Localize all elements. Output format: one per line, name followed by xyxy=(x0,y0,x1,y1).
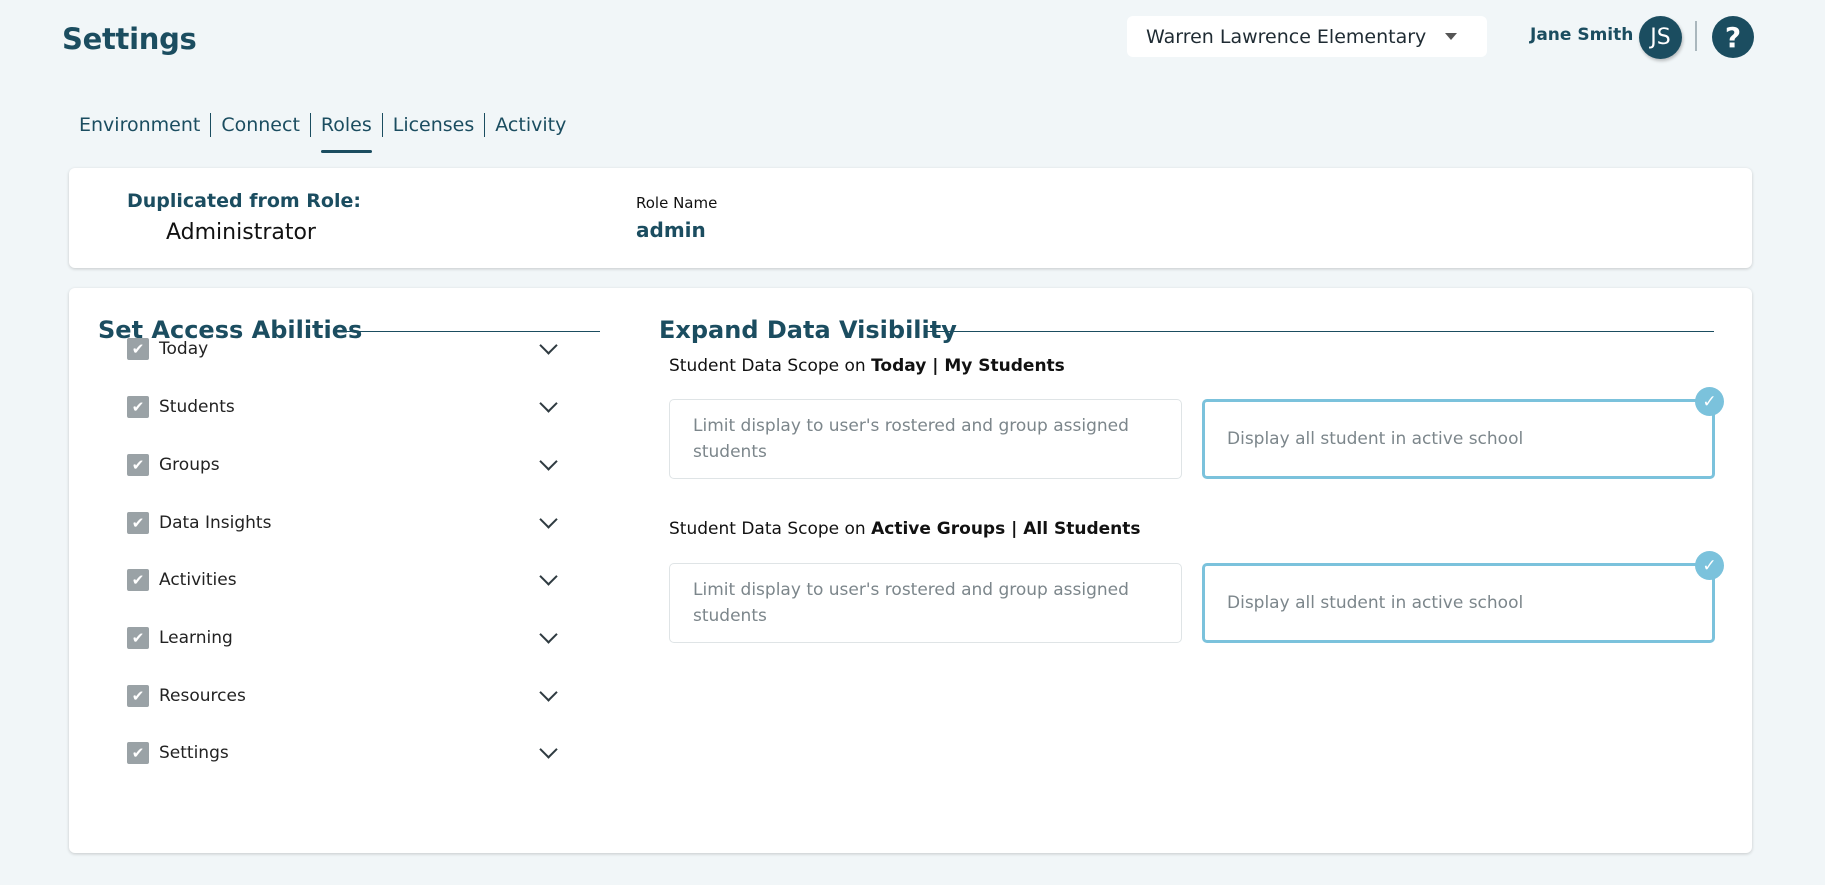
chevron-down-icon[interactable] xyxy=(539,452,558,471)
scope-heading-prefix: Student Data Scope on xyxy=(669,519,872,539)
data-visibility-title: Expand Data Visibility xyxy=(659,316,957,344)
chevron-down-icon[interactable] xyxy=(539,336,558,355)
avatar[interactable]: JS xyxy=(1639,16,1682,59)
help-icon[interactable]: ? xyxy=(1712,16,1754,58)
scope-option-all-active-groups[interactable]: Display all student in active school xyxy=(1202,563,1715,643)
scope-option-limited-active-groups[interactable]: Limit display to user's rostered and gro… xyxy=(669,563,1182,643)
checkbox-checked-icon[interactable]: ✔ xyxy=(127,742,149,764)
access-item-label: Today xyxy=(159,339,209,359)
access-item-learning[interactable]: ✔ Learning xyxy=(127,623,569,653)
checkbox-checked-icon[interactable]: ✔ xyxy=(127,454,149,476)
page-title: Settings xyxy=(62,22,197,56)
checkbox-checked-icon[interactable]: ✔ xyxy=(127,569,149,591)
checkbox-checked-icon[interactable]: ✔ xyxy=(127,338,149,360)
role-name-value[interactable]: admin xyxy=(636,218,706,242)
role-info-card: Duplicated from Role: Administrator Role… xyxy=(69,168,1752,268)
scope-heading-today: Student Data Scope on Today | My Student… xyxy=(669,356,1065,376)
scope-heading-context: Today | My Students xyxy=(871,356,1065,376)
tab-roles[interactable]: Roles xyxy=(311,112,382,153)
access-item-students[interactable]: ✔ Students xyxy=(127,392,569,422)
access-item-label: Resources xyxy=(159,686,246,706)
access-item-label: Groups xyxy=(159,455,220,475)
checkbox-checked-icon[interactable]: ✔ xyxy=(127,396,149,418)
duplicated-from-label: Duplicated from Role: xyxy=(127,190,361,212)
role-permissions-card: Set Access Abilities ✔ Today ✔ Students … xyxy=(69,288,1752,853)
tab-activity[interactable]: Activity xyxy=(485,112,576,138)
access-item-activities[interactable]: ✔ Activities xyxy=(127,565,569,595)
header-divider xyxy=(1695,21,1697,51)
checkbox-checked-icon[interactable]: ✔ xyxy=(127,512,149,534)
section-divider xyxy=(924,331,1714,332)
scope-heading-active-groups: Student Data Scope on Active Groups | Al… xyxy=(669,519,1141,539)
access-item-groups[interactable]: ✔ Groups xyxy=(127,450,569,480)
selected-check-icon: ✓ xyxy=(1695,387,1724,416)
chevron-down-icon[interactable] xyxy=(539,394,558,413)
access-item-resources[interactable]: ✔ Resources xyxy=(127,681,569,711)
scope-heading-prefix: Student Data Scope on xyxy=(669,356,872,376)
access-item-label: Data Insights xyxy=(159,513,272,533)
access-item-data-insights[interactable]: ✔ Data Insights xyxy=(127,508,569,538)
option-label: Limit display to user's rostered and gro… xyxy=(693,416,1129,462)
duplicated-from-value: Administrator xyxy=(166,220,316,245)
chevron-down-icon[interactable] xyxy=(539,740,558,759)
option-label: Limit display to user's rostered and gro… xyxy=(693,580,1129,626)
access-item-today[interactable]: ✔ Today xyxy=(127,334,569,364)
access-item-settings[interactable]: ✔ Settings xyxy=(127,738,569,768)
chevron-down-icon[interactable] xyxy=(539,567,558,586)
school-select[interactable]: Warren Lawrence Elementary xyxy=(1127,16,1487,57)
tab-connect[interactable]: Connect xyxy=(211,112,310,138)
option-label: Display all student in active school xyxy=(1227,429,1524,449)
checkbox-checked-icon[interactable]: ✔ xyxy=(127,685,149,707)
selected-check-icon: ✓ xyxy=(1695,551,1724,580)
scope-option-limited-today[interactable]: Limit display to user's rostered and gro… xyxy=(669,399,1182,479)
tab-environment[interactable]: Environment xyxy=(79,112,210,138)
caret-down-icon xyxy=(1445,33,1457,40)
section-divider xyxy=(335,331,600,332)
access-item-label: Settings xyxy=(159,743,229,763)
access-item-label: Activities xyxy=(159,570,237,590)
school-select-value: Warren Lawrence Elementary xyxy=(1146,25,1427,48)
role-name-label: Role Name xyxy=(636,194,718,212)
chevron-down-icon[interactable] xyxy=(539,683,558,702)
tab-licenses[interactable]: Licenses xyxy=(383,112,485,138)
checkbox-checked-icon[interactable]: ✔ xyxy=(127,627,149,649)
scope-heading-context: Active Groups | All Students xyxy=(871,519,1141,539)
access-item-label: Students xyxy=(159,397,235,417)
user-name: Jane Smith xyxy=(1530,25,1634,45)
chevron-down-icon[interactable] xyxy=(539,510,558,529)
access-item-label: Learning xyxy=(159,628,233,648)
chevron-down-icon[interactable] xyxy=(539,625,558,644)
option-label: Display all student in active school xyxy=(1227,593,1524,613)
scope-option-all-today[interactable]: Display all student in active school xyxy=(1202,399,1715,479)
settings-tabs: Environment Connect Roles Licenses Activ… xyxy=(79,112,576,153)
